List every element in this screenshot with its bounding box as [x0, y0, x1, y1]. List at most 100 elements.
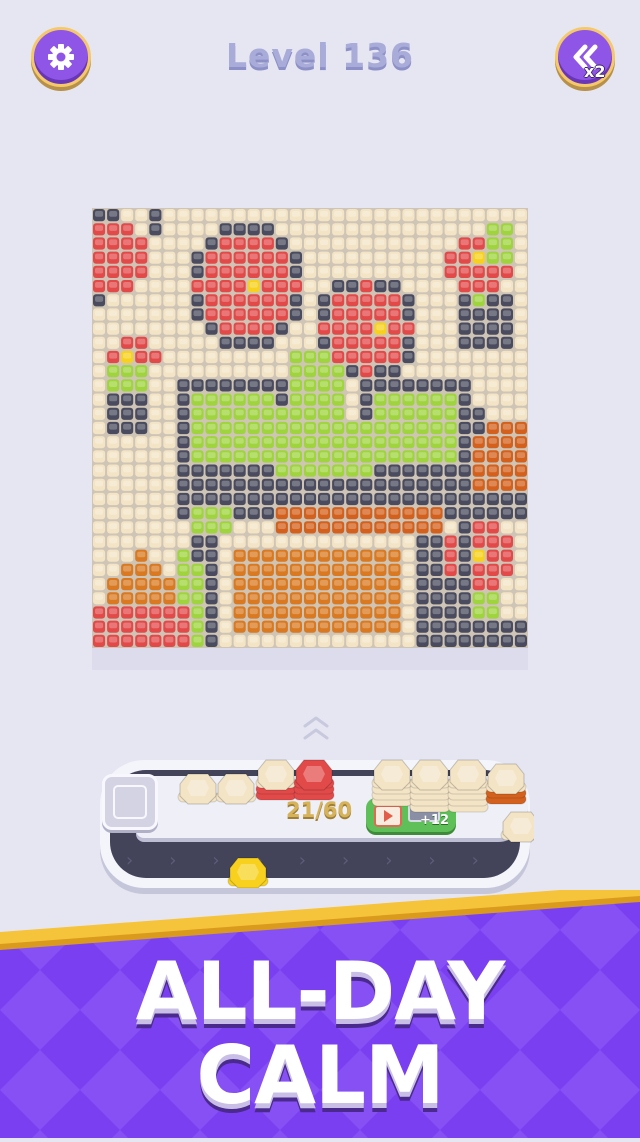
- bead: [500, 209, 513, 222]
- bead: [472, 308, 485, 321]
- bead: [191, 308, 204, 321]
- bead: [374, 535, 387, 548]
- bead: [444, 365, 457, 378]
- bead: [233, 237, 246, 250]
- bead: [486, 507, 499, 520]
- bead: [163, 336, 176, 349]
- bead: [388, 563, 401, 576]
- bead: [388, 251, 401, 264]
- bead: [402, 464, 415, 477]
- bead: [486, 535, 499, 548]
- tray-piece[interactable]: [447, 759, 489, 813]
- bead: [318, 634, 331, 647]
- bead: [205, 379, 218, 392]
- bead: [430, 563, 443, 576]
- bead: [163, 578, 176, 591]
- tray-piece[interactable]: [409, 759, 451, 813]
- tray-piece[interactable]: [255, 759, 297, 801]
- bead: [107, 280, 120, 293]
- bead: [177, 237, 190, 250]
- bead: [304, 308, 317, 321]
- bead: [177, 606, 190, 619]
- bead: [233, 379, 246, 392]
- speed-multiplier: x2: [584, 62, 606, 81]
- bead: [304, 478, 317, 491]
- bead: [247, 251, 260, 264]
- bead: [93, 365, 106, 378]
- bead: [261, 507, 274, 520]
- bead: [177, 421, 190, 435]
- bead: [444, 294, 457, 307]
- bead: [500, 436, 513, 449]
- bead: [416, 209, 429, 222]
- bead: [177, 578, 190, 591]
- bead: [472, 478, 485, 491]
- bead: [346, 634, 359, 647]
- bead: [458, 478, 471, 491]
- bead: [374, 322, 387, 335]
- bead: [191, 407, 204, 420]
- bead: [444, 407, 457, 420]
- bead: [304, 492, 317, 506]
- bead: [514, 209, 527, 222]
- tray-piece[interactable]: [227, 857, 269, 888]
- pixel-art-board[interactable]: [92, 208, 528, 648]
- tray-piece[interactable]: [293, 759, 335, 801]
- bead: [261, 336, 274, 349]
- bead: [93, 421, 106, 435]
- bead: [163, 379, 176, 392]
- tray-piece[interactable]: [500, 811, 534, 843]
- bead: [233, 407, 246, 420]
- bead: [205, 421, 218, 435]
- bead: [289, 563, 302, 576]
- bead: [444, 492, 457, 506]
- bead: [444, 265, 457, 278]
- bead: [514, 620, 527, 633]
- bead: [500, 450, 513, 463]
- tray-piece[interactable]: [177, 773, 219, 805]
- bead: [486, 563, 499, 576]
- bead: [402, 294, 415, 307]
- bead: [163, 478, 176, 491]
- bead: [261, 578, 274, 591]
- bead: [163, 350, 176, 364]
- bead: [233, 535, 246, 548]
- bead: [107, 407, 120, 420]
- bead: [360, 237, 373, 250]
- bead: [233, 421, 246, 435]
- bead: [135, 450, 148, 463]
- bead: [191, 294, 204, 307]
- bead: [514, 251, 527, 264]
- bead: [388, 620, 401, 633]
- bead: [416, 634, 429, 647]
- bead: [402, 322, 415, 335]
- bead: [219, 294, 232, 307]
- bead: [360, 294, 373, 307]
- bead: [388, 606, 401, 619]
- bead: [304, 549, 317, 562]
- bead: [416, 478, 429, 491]
- bead: [261, 209, 274, 222]
- bead: [486, 407, 499, 420]
- bead: [247, 350, 260, 364]
- bead: [444, 223, 457, 236]
- bead: [121, 492, 134, 506]
- bead: [163, 606, 176, 619]
- tray-piece[interactable]: [485, 763, 527, 805]
- bead: [93, 535, 106, 548]
- bead: [360, 251, 373, 264]
- bead: [416, 549, 429, 562]
- bead: [247, 620, 260, 633]
- tray-piece[interactable]: [215, 773, 257, 805]
- bead: [472, 549, 485, 562]
- bead: [135, 421, 148, 435]
- bead: [402, 521, 415, 534]
- bead: [514, 223, 527, 236]
- bead: [360, 421, 373, 435]
- bead: [430, 223, 443, 236]
- bead: [360, 535, 373, 548]
- bead: [304, 563, 317, 576]
- bead: [346, 407, 359, 420]
- bead: [275, 492, 288, 506]
- tray-piece[interactable]: [371, 759, 413, 807]
